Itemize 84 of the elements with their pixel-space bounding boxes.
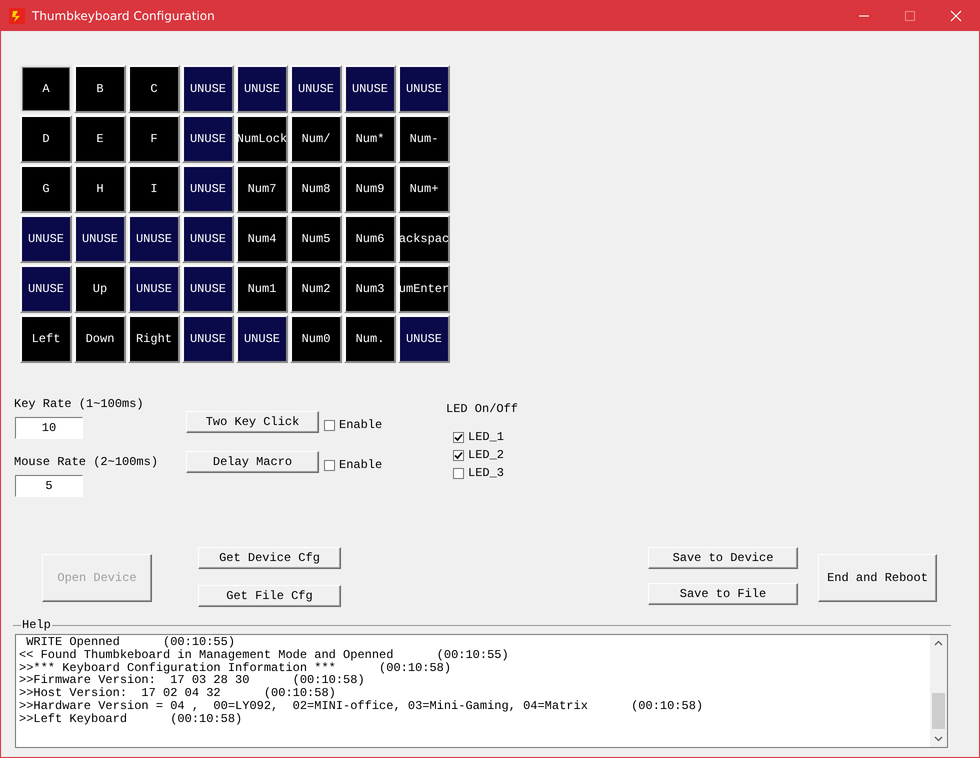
- key-button[interactable]: Up: [74, 265, 126, 313]
- key-button[interactable]: UNUSE: [182, 315, 234, 363]
- log-line: >>Firmware Version: 17 03 28 30 (00:10:58): [19, 674, 366, 688]
- key-button[interactable]: UNUSE: [236, 315, 288, 363]
- key-button[interactable]: Num2: [290, 265, 342, 313]
- key-button[interactable]: G: [20, 165, 72, 213]
- rate-field[interactable]: 10: [15, 417, 83, 439]
- key-button[interactable]: Num1: [236, 265, 288, 313]
- group-label: Help: [21, 618, 52, 632]
- save-button[interactable]: Save to Device: [648, 547, 798, 569]
- key-button[interactable]: UNUSE: [128, 265, 180, 313]
- close-icon[interactable]: [950, 10, 962, 22]
- checkbox-label: LED_2: [468, 448, 504, 462]
- key-button[interactable]: Num8: [290, 165, 342, 213]
- rate-field[interactable]: 5: [15, 475, 83, 497]
- toggle-button[interactable]: Delay Macro: [186, 451, 319, 473]
- key-button[interactable]: Num5: [290, 215, 342, 263]
- scrollbar[interactable]: [930, 635, 947, 747]
- rate-label: Key Rate (1~100ms): [14, 397, 145, 411]
- key-button[interactable]: UNUSE: [290, 65, 342, 113]
- key-button[interactable]: UNUSE: [182, 115, 234, 163]
- group-label: LED On/Off: [446, 402, 518, 416]
- toggle-button[interactable]: Two Key Click: [186, 411, 319, 433]
- scroll-thumb[interactable]: [932, 693, 945, 729]
- key-button[interactable]: Num*: [344, 115, 396, 163]
- key-button[interactable]: UNUSE: [182, 215, 234, 263]
- key-button[interactable]: Num6: [344, 215, 396, 263]
- key-button[interactable]: UNUSE: [20, 265, 72, 313]
- key-button[interactable]: ackspac: [398, 215, 450, 263]
- key-button[interactable]: UNUSE: [182, 165, 234, 213]
- key-button[interactable]: Num0: [290, 315, 342, 363]
- key-button[interactable]: UNUSE: [182, 65, 234, 113]
- key-button[interactable]: umEnter: [398, 265, 450, 313]
- checkbox-label: Enable: [339, 418, 382, 432]
- key-button[interactable]: UNUSE: [344, 65, 396, 113]
- rate-label: Mouse Rate (2~100ms): [14, 455, 160, 469]
- key-button[interactable]: Left: [20, 315, 72, 363]
- save-button[interactable]: Save to File: [648, 583, 798, 605]
- checkbox-label: Enable: [339, 458, 382, 472]
- checkbox[interactable]: [453, 432, 464, 442]
- key-button[interactable]: Num7: [236, 165, 288, 213]
- log-line: << Found Thumbkeboard in Management Mode and Openned (00:10:55): [19, 648, 510, 662]
- key-button[interactable]: UNUSE: [128, 215, 180, 263]
- checkbox-label: LED_3: [468, 466, 504, 480]
- key-button[interactable]: B: [74, 65, 126, 113]
- checkbox[interactable]: [324, 420, 335, 430]
- key-button[interactable]: Num/: [290, 115, 342, 163]
- key-button[interactable]: D: [20, 115, 72, 163]
- reboot-button[interactable]: End and Reboot: [818, 554, 937, 602]
- key-button[interactable]: UNUSE: [398, 315, 450, 363]
- key-button[interactable]: Right: [128, 315, 180, 363]
- log-line: WRITE Openned (00:10:55): [25, 636, 236, 649]
- key-button[interactable]: Num.: [344, 315, 396, 363]
- key-button[interactable]: Num4: [236, 215, 288, 263]
- key-button[interactable]: F: [128, 115, 180, 163]
- log-line: >>Left Keyboard (00:10:58): [19, 712, 244, 726]
- key-button[interactable]: UNUSE: [20, 215, 72, 263]
- get-config-button[interactable]: Get File Cfg: [198, 585, 341, 607]
- checkbox[interactable]: [453, 468, 464, 478]
- key-button[interactable]: Down: [74, 315, 126, 363]
- scroll-up-icon[interactable]: [934, 640, 943, 646]
- scroll-down-icon[interactable]: [934, 736, 943, 742]
- key-button[interactable]: Num-: [398, 115, 450, 163]
- get-config-button[interactable]: Get Device Cfg: [198, 547, 341, 569]
- checkbox[interactable]: [453, 450, 464, 460]
- app-icon: [9, 8, 25, 24]
- key-button[interactable]: UNUSE: [398, 65, 450, 113]
- key-button[interactable]: H: [74, 165, 126, 213]
- key-button[interactable]: UNUSE: [74, 215, 126, 263]
- key-button[interactable]: E: [74, 115, 126, 163]
- log-line: >>Host Version: 17 02 04 32 (00:10:58): [19, 687, 336, 700]
- key-button[interactable]: A: [20, 65, 72, 113]
- checkbox-label: LED_1: [468, 430, 504, 444]
- key-button[interactable]: C: [128, 65, 180, 113]
- log-line: >>Hardware Version = 04 , 00=LY092, 02=MINI-office, 03=Mini-Gaming, 04=Matrix (00:10:58): [19, 700, 704, 713]
- key-button[interactable]: I: [128, 165, 180, 213]
- key-button[interactable]: Num9: [344, 165, 396, 213]
- key-button[interactable]: UNUSE: [182, 265, 234, 313]
- window-title: Thumbkeyboard Configuration: [32, 9, 216, 23]
- key-button[interactable]: UNUSE: [236, 65, 288, 113]
- key-button[interactable]: Num3: [344, 265, 396, 313]
- key-button[interactable]: Num+: [398, 165, 450, 213]
- checkbox[interactable]: [324, 460, 335, 470]
- log-line: >>*** Keyboard Configuration Information *** (00:10:58): [19, 662, 452, 674]
